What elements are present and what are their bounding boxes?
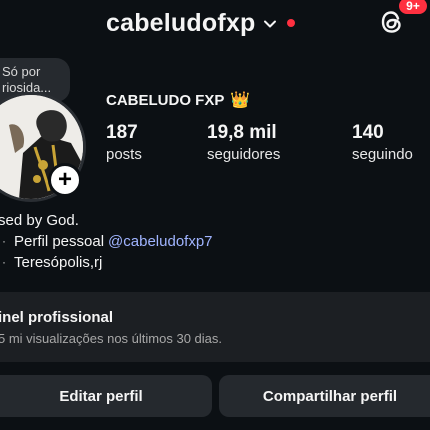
bio: sed by God. · Perfil pessoal @cabeludofx… — [0, 210, 213, 273]
professional-dashboard-subtitle: 5 mi visualizações nos últimos 30 dias. — [0, 331, 222, 346]
add-story-button[interactable]: + — [48, 163, 82, 197]
stat-followers[interactable]: 19,8 mil seguidores — [207, 122, 280, 165]
professional-dashboard[interactable]: inel profissional 5 mi visualizações nos… — [0, 292, 430, 362]
bio-text: Perfil pessoal — [14, 233, 105, 250]
stat-label: posts — [106, 146, 142, 163]
bio-location: Teresópolis,rj — [14, 254, 103, 271]
stat-value: 187 — [106, 122, 138, 143]
username-switcher[interactable]: cabeludofxp — [106, 6, 296, 40]
unread-dot — [287, 19, 296, 27]
bio-line: · Teresópolis,rj — [0, 252, 213, 273]
display-name-row: CABELUDO FXP 👑 — [106, 90, 250, 110]
edit-profile-button[interactable]: Editar perfil — [0, 375, 212, 417]
bio-mention-link[interactable]: @cabeludofxp7 — [108, 231, 212, 252]
share-profile-button[interactable]: Compartilhar perfil — [219, 375, 430, 417]
professional-dashboard-title: inel profissional — [0, 309, 114, 326]
crown-emoji: 👑 — [230, 92, 251, 109]
bio-text: sed by God. — [0, 212, 79, 229]
notification-badge: 9+ — [397, 0, 429, 16]
avatar-container[interactable]: + — [0, 92, 86, 202]
location-icon: · — [2, 255, 6, 269]
bio-line: · Perfil pessoal @cabeludofxp7 — [0, 231, 213, 252]
bullet-icon: · — [2, 234, 6, 248]
stat-posts[interactable]: 187 posts — [106, 122, 142, 165]
chevron-down-icon — [264, 20, 277, 28]
stat-value: 140 — [352, 122, 384, 143]
bio-line: sed by God. — [0, 210, 213, 231]
stat-following[interactable]: 140 seguindo — [352, 122, 413, 165]
stat-value: 19,8 mil — [207, 122, 277, 143]
note-text-line1: Só por — [2, 64, 41, 79]
stat-label: seguidores — [207, 146, 281, 163]
display-name: CABELUDO FXP — [106, 91, 225, 109]
username: cabeludofxp — [106, 8, 256, 37]
profile-screen: cabeludofxp 9+ Só por riosida... + CABEL… — [0, 0, 430, 430]
stat-label: seguindo — [352, 146, 413, 163]
